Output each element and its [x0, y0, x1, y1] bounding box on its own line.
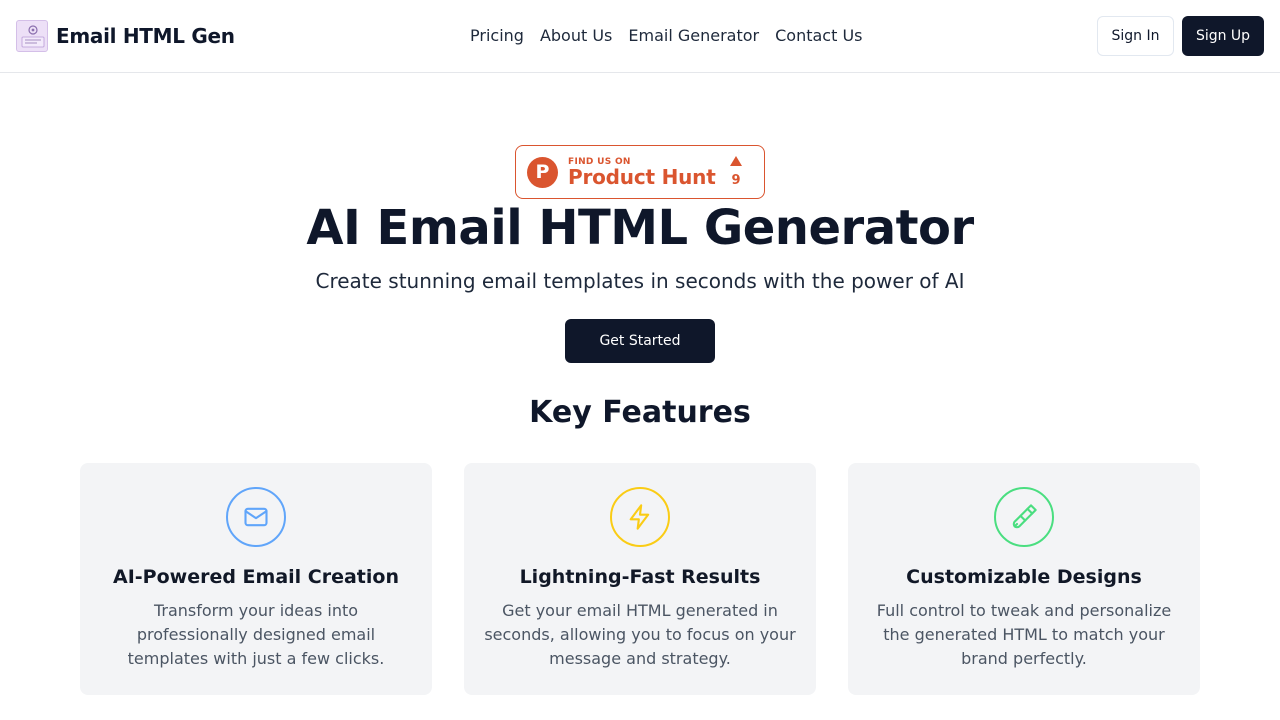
nav-contact-us[interactable]: Contact Us	[767, 24, 870, 48]
brand-logo	[16, 20, 48, 52]
main-nav: Pricing About Us Email Generator Contact…	[462, 24, 871, 48]
mail-icon	[226, 487, 286, 547]
upvote-arrow-icon	[730, 156, 742, 166]
sign-in-button[interactable]: Sign In	[1097, 16, 1174, 56]
nav-about-us[interactable]: About Us	[532, 24, 620, 48]
hero-title: AI Email HTML Generator	[306, 200, 974, 256]
feature-card-lightning-fast: Lightning-Fast Results Get your email HT…	[464, 463, 816, 695]
feature-description: Get your email HTML generated in seconds…	[484, 601, 796, 668]
product-hunt-badge[interactable]: P FIND US ON Product Hunt 9	[515, 145, 765, 199]
sign-up-button[interactable]: Sign Up	[1182, 16, 1264, 56]
brand-logo-image	[21, 25, 45, 48]
nav-pricing[interactable]: Pricing	[462, 24, 532, 48]
nav-email-generator[interactable]: Email Generator	[620, 24, 767, 48]
get-started-button[interactable]: Get Started	[565, 319, 715, 363]
site-header: Email HTML Gen Pricing About Us Email Ge…	[0, 0, 1280, 73]
brand-name: Email HTML Gen	[56, 24, 235, 48]
feature-title: AI-Powered Email Creation	[113, 566, 399, 588]
paintbrush-icon	[994, 487, 1054, 547]
feature-title: Customizable Designs	[906, 566, 1142, 588]
product-hunt-logo-icon: P	[527, 157, 558, 188]
features-title: Key Features	[529, 395, 751, 430]
upvote-count: 9	[731, 173, 741, 188]
feature-description: Transform your ideas into professionally…	[127, 601, 385, 668]
lightning-icon	[610, 487, 670, 547]
feature-description: Full control to tweak and personalize th…	[876, 601, 1172, 668]
feature-card-customizable: Customizable Designs Full control to twe…	[848, 463, 1200, 695]
product-hunt-name: Product Hunt	[568, 165, 716, 189]
feature-title: Lightning-Fast Results	[519, 566, 761, 588]
hero-subtitle: Create stunning email templates in secon…	[315, 269, 965, 293]
brand-home-link[interactable]: Email HTML Gen	[16, 18, 235, 54]
feature-card-ai-powered: AI-Powered Email Creation Transform your…	[80, 463, 432, 695]
